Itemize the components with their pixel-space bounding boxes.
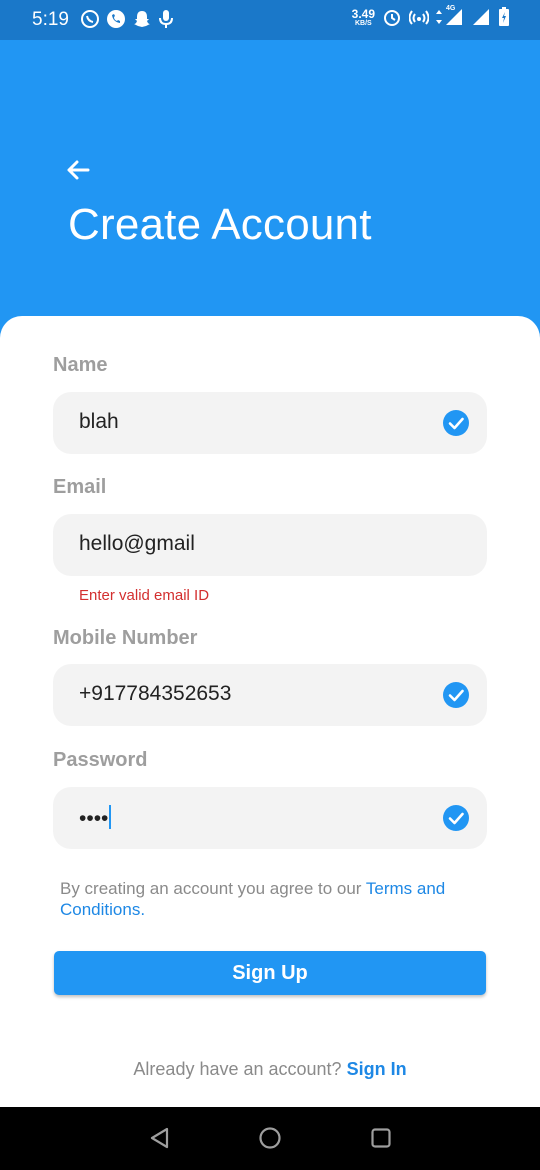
- sign-in-prompt: Already have an account?: [133, 1059, 347, 1079]
- terms-prefix: By creating an account you agree to our: [60, 879, 366, 898]
- navigation-bar: [0, 1107, 540, 1170]
- recents-square-icon[interactable]: [369, 1126, 393, 1150]
- network-speed-value: 3.49: [351, 6, 375, 21]
- mobile-value[interactable]: +917784352653: [79, 682, 231, 706]
- email-error-text: Enter valid email ID: [79, 587, 210, 604]
- signal-4g: 4G: [436, 5, 464, 27]
- signal-strength-icon-2: [473, 9, 489, 25]
- password-dots: ••••: [79, 807, 109, 830]
- header: Create Account: [0, 40, 540, 340]
- phone-icon: [107, 10, 125, 28]
- name-value[interactable]: blah: [79, 410, 119, 434]
- mobile-field[interactable]: +917784352653: [53, 664, 487, 726]
- email-label: Email: [53, 476, 107, 498]
- password-label: Password: [53, 749, 148, 771]
- status-time: 5:19: [32, 9, 69, 30]
- notification-icons: [80, 9, 174, 29]
- terms-suffix: .: [140, 900, 146, 919]
- status-bar: 5:19 3.49 KB/S 4G: [0, 0, 540, 40]
- sign-in-row: Already have an account? Sign In: [0, 1059, 540, 1080]
- text-cursor: [109, 805, 112, 829]
- alarm-icon: [384, 10, 400, 26]
- check-circle-icon: [443, 805, 469, 831]
- data-arrows-icon: [436, 10, 442, 24]
- sign-in-link[interactable]: Sign In: [347, 1059, 407, 1079]
- name-field[interactable]: blah: [53, 392, 487, 454]
- name-label: Name: [53, 354, 108, 376]
- password-value[interactable]: ••••: [79, 805, 112, 831]
- network-speed: 3.49 KB/S: [352, 8, 375, 27]
- email-field[interactable]: hello@gmail: [53, 514, 487, 576]
- check-circle-icon: [443, 682, 469, 708]
- check-circle-icon: [443, 410, 469, 436]
- home-circle-icon[interactable]: [258, 1126, 282, 1150]
- whatsapp-icon: [81, 10, 99, 28]
- sign-up-button[interactable]: Sign Up: [54, 951, 486, 995]
- system-status: 3.49 KB/S 4G: [352, 5, 510, 27]
- terms-text: By creating an account you agree to our …: [60, 878, 490, 920]
- page-title: Create Account: [68, 200, 372, 249]
- mobile-label: Mobile Number: [53, 627, 198, 649]
- network-type-label: 4G: [446, 5, 456, 12]
- mic-icon: [159, 10, 173, 28]
- password-field[interactable]: ••••: [53, 787, 487, 849]
- battery-icon: [499, 7, 509, 26]
- email-value[interactable]: hello@gmail: [79, 532, 195, 556]
- snapchat-icon: [134, 11, 150, 27]
- network-speed-unit: KB/S: [354, 19, 372, 27]
- arrow-left-icon[interactable]: [62, 154, 94, 186]
- back-triangle-icon[interactable]: [148, 1126, 172, 1150]
- hotspot-icon: [409, 10, 429, 25]
